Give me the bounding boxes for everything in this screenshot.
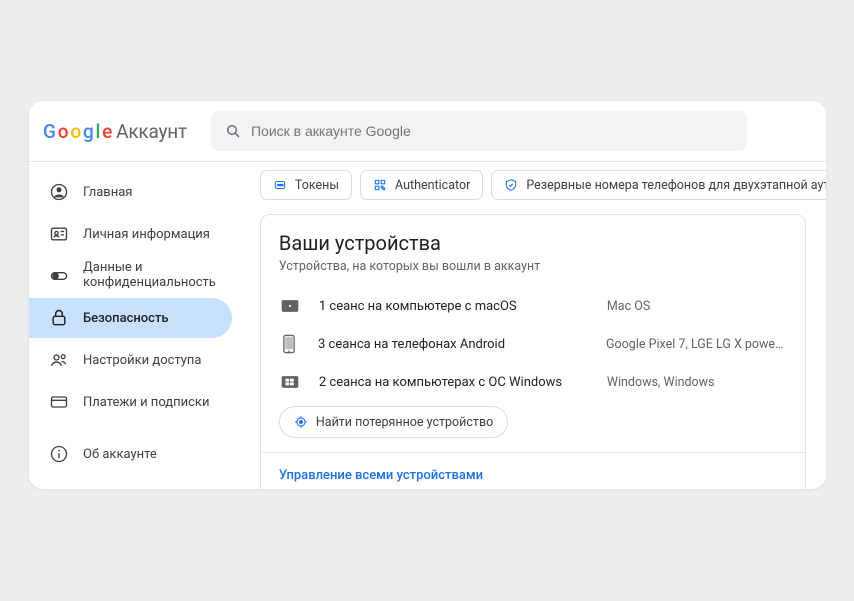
sidebar-item-home[interactable]: Главная: [29, 172, 232, 212]
devices-card: Ваши устройства Устройства, на которых в…: [260, 214, 806, 489]
sidebar-item-label: Платежи и подписки: [83, 395, 209, 410]
main-content: Токены Authenticator Резервные номера те…: [242, 162, 826, 489]
credit-card-icon: [49, 392, 69, 412]
chip-label: Токены: [295, 178, 339, 193]
app-window: Google Аккаунт Главная Личная информация…: [29, 101, 826, 489]
sidebar-item-personal[interactable]: Личная информация: [29, 214, 232, 254]
shield-check-icon: [504, 178, 518, 192]
user-circle-icon: [49, 182, 69, 202]
chip-authenticator[interactable]: Authenticator: [360, 170, 483, 200]
device-row[interactable]: 1 сеанс на компьютере с macOS Mac OS: [279, 288, 787, 324]
search-box[interactable]: [211, 111, 747, 151]
device-row[interactable]: 2 сеанса на компьютерах с ОС Windows Win…: [279, 364, 787, 400]
sidebar-item-about[interactable]: Об аккаунте: [29, 434, 232, 474]
devices-card-title: Ваши устройства: [279, 231, 787, 255]
mac-icon: [279, 298, 301, 314]
header-bar: Google Аккаунт: [29, 101, 826, 162]
device-detail: Google Pixel 7, LGE LG X power, ...: [606, 337, 787, 352]
body: Главная Личная информация Данные и конфи…: [29, 162, 826, 489]
sidebar-item-label: Личная информация: [83, 227, 210, 242]
google-account-logo[interactable]: Google Аккаунт: [43, 120, 187, 143]
logo-suffix: Аккаунт: [116, 120, 187, 143]
find-device-label: Найти потерянное устройство: [316, 415, 493, 430]
chip-tokens[interactable]: Токены: [260, 170, 352, 200]
sidebar-item-sharing[interactable]: Настройки доступа: [29, 340, 232, 380]
sidebar-item-label: Об аккаунте: [83, 447, 157, 462]
search-icon: [225, 123, 241, 139]
device-row[interactable]: 3 сеанса на телефонах Android Google Pix…: [279, 324, 787, 364]
devices-card-subtitle: Устройства, на которых вы вошли в аккаун…: [279, 259, 787, 274]
device-title: 2 сеанса на компьютерах с ОС Windows: [319, 375, 589, 390]
lock-icon: [49, 308, 69, 328]
people-icon: [49, 350, 69, 370]
info-icon: [49, 444, 69, 464]
sidebar-item-label: Данные и конфиденциальность: [83, 261, 216, 291]
qr-icon: [373, 178, 387, 192]
device-detail: Mac OS: [607, 299, 650, 314]
search-input[interactable]: [251, 123, 733, 139]
sidebar-item-privacy[interactable]: Данные и конфиденциальность: [29, 256, 232, 296]
manage-devices-label: Управление всеми устройствами: [279, 468, 483, 483]
sidebar-item-label: Главная: [83, 185, 132, 200]
phone-icon: [279, 334, 300, 354]
windows-icon: [279, 374, 301, 390]
id-card-icon: [49, 224, 69, 244]
security-options-chips: Токены Authenticator Резервные номера те…: [260, 170, 826, 200]
device-detail: Windows, Windows: [607, 375, 715, 390]
sidebar-item-security[interactable]: Безопасность: [29, 298, 232, 338]
sidebar-item-label: Безопасность: [83, 311, 169, 326]
device-title: 3 сеанса на телефонах Android: [318, 337, 588, 352]
target-icon: [294, 415, 308, 429]
toggle-icon: [49, 266, 69, 286]
chip-backup-phones[interactable]: Резервные номера телефонов для двухэтапн…: [491, 170, 826, 200]
chip-label: Authenticator: [395, 178, 470, 193]
find-device-button[interactable]: Найти потерянное устройство: [279, 406, 508, 438]
sidebar: Главная Личная информация Данные и конфи…: [29, 162, 242, 489]
password-icon: [273, 178, 287, 192]
manage-devices-link[interactable]: Управление всеми устройствами: [279, 453, 787, 489]
sidebar-item-payments[interactable]: Платежи и подписки: [29, 382, 232, 422]
sidebar-item-label: Настройки доступа: [83, 353, 202, 368]
device-title: 1 сеанс на компьютере с macOS: [319, 299, 589, 314]
chip-label: Резервные номера телефонов для двухэтапн…: [526, 178, 826, 193]
